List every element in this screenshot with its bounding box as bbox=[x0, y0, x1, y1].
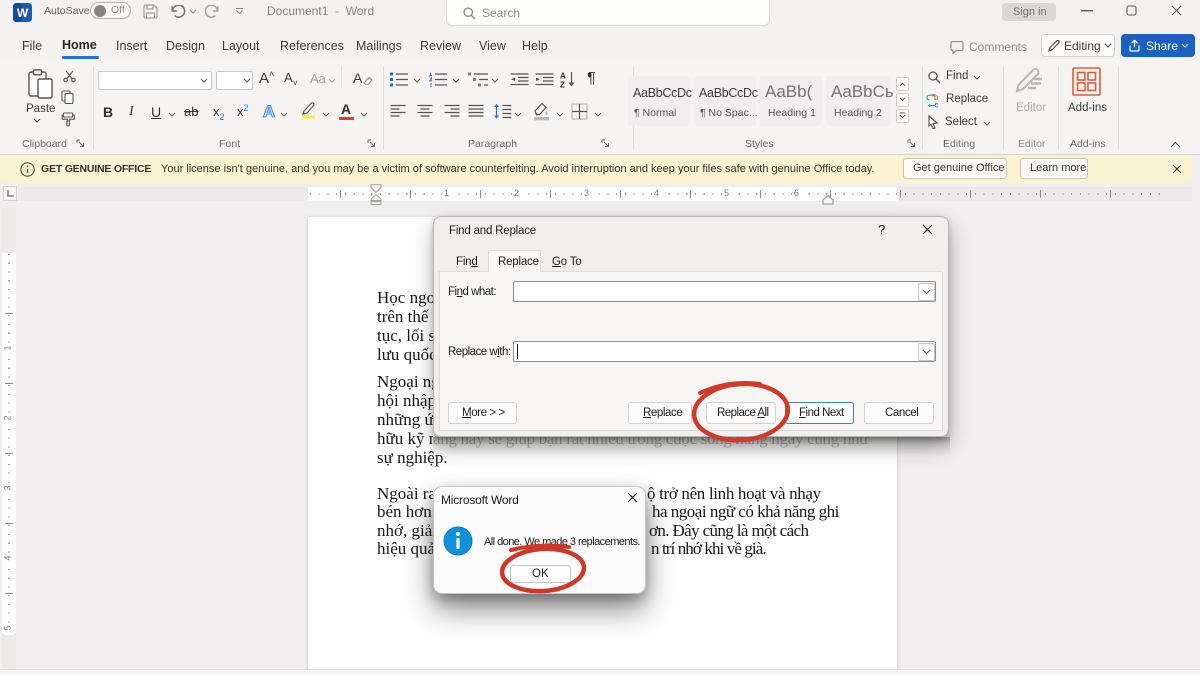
svg-text:A: A bbox=[560, 72, 566, 81]
svg-text:A: A bbox=[263, 102, 275, 121]
svg-text:Z: Z bbox=[560, 81, 565, 89]
svg-text:W: W bbox=[17, 6, 29, 20]
